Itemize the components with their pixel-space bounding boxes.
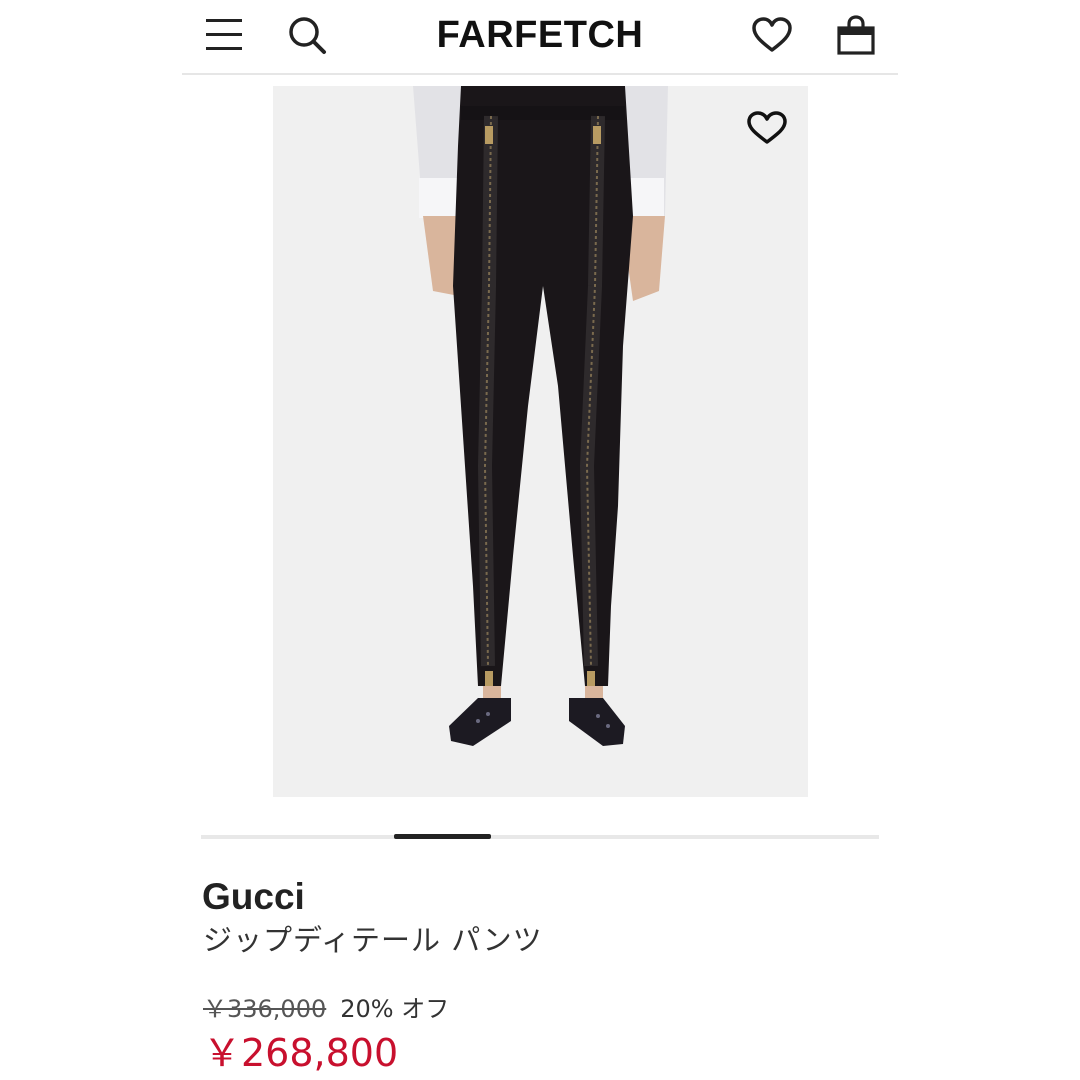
carousel-progress-track[interactable]: [201, 834, 879, 839]
top-navigation-bar: FARFETCH: [182, 0, 898, 75]
heart-icon: [752, 17, 792, 52]
product-photo: [273, 86, 808, 797]
shopping-bag-button[interactable]: [833, 12, 879, 58]
brand-name[interactable]: Gucci: [202, 876, 305, 918]
original-price: ￥336,000: [203, 995, 327, 1023]
heart-outline-icon: [747, 111, 787, 144]
carousel-progress-indicator[interactable]: [394, 834, 491, 839]
sale-price: ￥268,800: [203, 1031, 399, 1075]
shopping-bag-icon: [837, 15, 875, 55]
wishlist-button[interactable]: [749, 12, 795, 58]
product-image-gallery[interactable]: [273, 86, 808, 797]
add-to-wishlist-button[interactable]: [743, 106, 791, 150]
discount-label: 20% オフ: [340, 995, 450, 1023]
product-title: ジップディテール パンツ: [203, 923, 543, 957]
price-info: ￥336,000 20% オフ: [203, 993, 449, 1025]
